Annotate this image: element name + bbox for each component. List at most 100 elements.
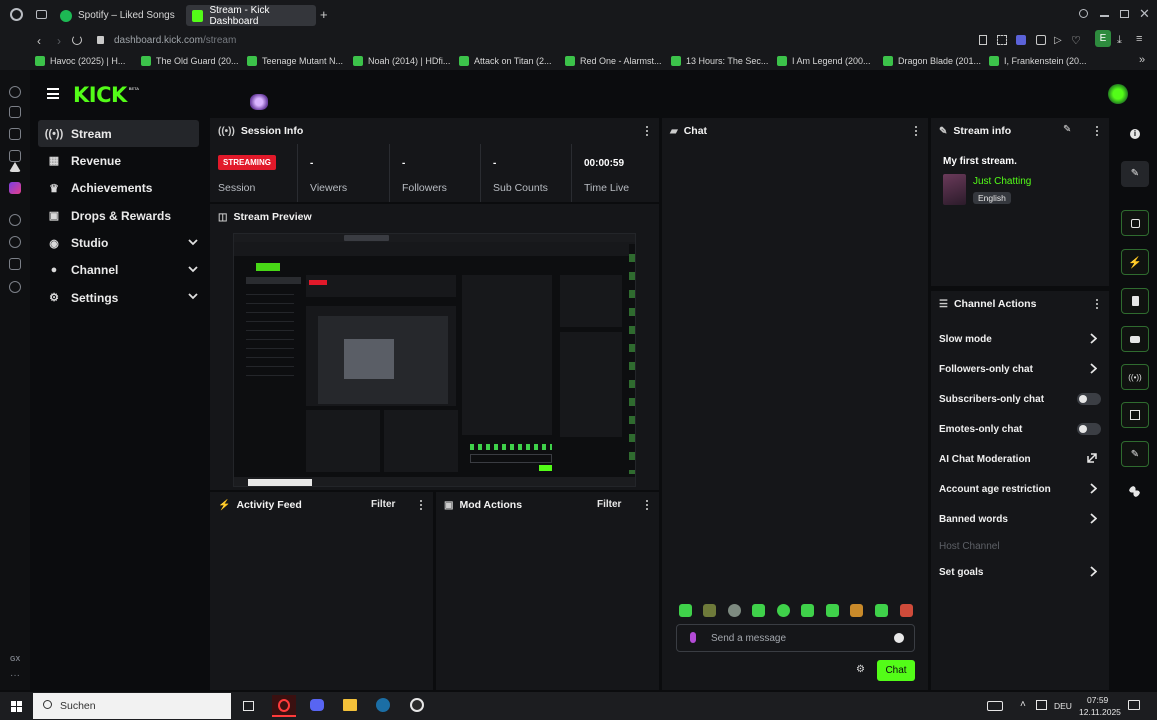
minimize-icon[interactable] <box>1100 15 1109 17</box>
category-link[interactable]: Just Chatting <box>973 176 1031 187</box>
stream-preview-video[interactable] <box>233 233 636 487</box>
emote-icon[interactable] <box>850 604 863 617</box>
chevron-up-icon[interactable]: ˄ <box>1020 699 1026 710</box>
emote-icon[interactable] <box>728 604 741 617</box>
bookmark-item[interactable]: Dragon Blade (201... <box>883 54 981 68</box>
panel-toggle-mod-actions-icon[interactable]: ✎ <box>1121 441 1149 467</box>
discord-icon[interactable] <box>310 699 324 711</box>
bookmark-item[interactable]: Noah (2014) | HDfi... <box>353 54 450 68</box>
steam-icon[interactable] <box>376 698 390 712</box>
easy-setup-icon[interactable]: ≡ <box>1136 33 1142 45</box>
file-explorer-icon[interactable] <box>343 699 357 711</box>
vpn-icon[interactable] <box>1036 35 1046 45</box>
panel-toggle-activity-icon[interactable]: ⚡ <box>1121 249 1149 275</box>
emote-icon[interactable] <box>875 604 888 617</box>
category-thumbnail[interactable] <box>943 174 966 205</box>
edit-icon[interactable]: ✎ <box>1063 124 1071 135</box>
bookmark-item[interactable]: Teenage Mutant N... <box>247 54 343 68</box>
kebab-menu-icon[interactable] <box>646 500 649 510</box>
bookmark-item[interactable]: I, Frankenstein (20... <box>989 54 1087 68</box>
nav-item-settings[interactable]: ⚙ Settings <box>38 284 206 311</box>
more-icon[interactable]: ··· <box>10 670 20 681</box>
extension-icon[interactable] <box>1016 35 1026 45</box>
tab-spotify[interactable]: Spotify – Liked Songs <box>54 5 182 26</box>
action-slow-mode[interactable]: Slow mode <box>939 329 1101 349</box>
bookmark-item[interactable]: Attack on Titan (2... <box>459 54 552 68</box>
nav-item-drops-rewards[interactable]: ▣ Drops & Rewards <box>38 202 206 229</box>
kick-logo[interactable]: KICK BETA <box>73 83 139 107</box>
clock-time[interactable]: 07:59 <box>1087 695 1108 705</box>
hamburger-menu-icon[interactable] <box>47 88 59 99</box>
url-field[interactable]: dashboard.kick.com/stream <box>114 35 236 46</box>
action-banned-words[interactable]: Banned words <box>939 509 1101 529</box>
tab-manager-icon[interactable] <box>36 10 47 19</box>
back-icon[interactable]: ‹ <box>37 34 41 48</box>
emote-icon[interactable] <box>752 604 765 617</box>
kebab-menu-icon[interactable] <box>915 126 918 136</box>
emote-icon[interactable] <box>679 604 692 617</box>
subscribers-only-toggle[interactable] <box>1077 393 1101 405</box>
bookmark-icon[interactable] <box>979 35 987 45</box>
microphone-icon[interactable] <box>690 632 696 643</box>
more-bookmarks-icon[interactable]: » <box>1139 54 1145 66</box>
keyboard-icon[interactable] <box>987 701 1003 711</box>
taskbar-search[interactable]: Suchen <box>33 693 231 719</box>
restore-icon[interactable] <box>1120 10 1129 18</box>
opera-menu-icon[interactable] <box>10 8 23 21</box>
language-indicator[interactable]: DEU <box>1054 701 1072 711</box>
notifications-icon[interactable] <box>1128 700 1140 710</box>
download-icon[interactable]: ⤓ <box>1117 34 1122 47</box>
kebab-menu-icon[interactable] <box>1096 126 1099 136</box>
reload-icon[interactable] <box>72 35 82 45</box>
action-account-age-restriction[interactable]: Account age restriction <box>939 479 1101 499</box>
network-icon[interactable] <box>1036 700 1047 710</box>
aria-icon[interactable] <box>9 86 21 98</box>
messenger-icon[interactable] <box>9 128 21 140</box>
workspace-icon[interactable] <box>9 106 21 118</box>
obs-icon[interactable] <box>410 698 424 712</box>
windows-start-icon[interactable] <box>11 701 22 712</box>
nav-item-achievements[interactable]: ♛ Achievements <box>38 175 206 202</box>
bookmark-item[interactable]: 13 Hours: The Sec... <box>671 54 768 68</box>
instagram-icon[interactable] <box>9 182 21 194</box>
emote-icon[interactable] <box>777 604 790 617</box>
nav-item-stream[interactable]: ((•)) Stream <box>38 120 199 147</box>
settings-icon[interactable] <box>9 281 21 293</box>
emote-icon[interactable] <box>801 604 814 617</box>
gx-icon[interactable]: GX <box>10 656 20 663</box>
task-view-icon[interactable] <box>243 701 254 711</box>
edit-layout-icon[interactable]: ✎ <box>1121 161 1149 187</box>
emote-icon[interactable] <box>826 604 839 617</box>
panel-toggle-stream-info-icon[interactable] <box>1121 288 1149 314</box>
avatar[interactable] <box>1108 84 1128 104</box>
search-tabs-icon[interactable] <box>1079 9 1088 18</box>
panel-toggle-preview-icon[interactable] <box>1121 210 1149 236</box>
bookmark-item[interactable]: The Old Guard (20... <box>141 54 239 68</box>
bookmark-item[interactable]: Red One - Alarmst... <box>565 54 662 68</box>
nav-item-studio[interactable]: ◉ Studio <box>38 230 206 257</box>
action-followers-only-chat[interactable]: Followers-only chat <box>939 359 1101 379</box>
bookmark-item[interactable]: Havoc (2025) | H... <box>35 54 125 68</box>
emotes-only-toggle[interactable] <box>1077 423 1101 435</box>
translate-icon[interactable]: ▷ <box>1054 35 1062 46</box>
chat-send-button[interactable]: Chat <box>877 660 915 681</box>
nav-item-revenue[interactable]: ▦ Revenue <box>38 147 206 174</box>
close-window-icon[interactable]: ✕ <box>1139 6 1150 22</box>
history-icon[interactable] <box>9 236 21 248</box>
chat-input[interactable]: Send a message <box>676 624 915 652</box>
panel-toggle-channel-actions-icon[interactable] <box>1121 402 1149 428</box>
clock-date[interactable]: 12.11.2025 <box>1079 707 1121 717</box>
pinboard-icon[interactable] <box>9 258 21 270</box>
chat-settings-icon[interactable]: ⚙ <box>856 664 865 675</box>
puzzle-icon[interactable] <box>1129 486 1140 497</box>
filter-button[interactable]: Filter <box>371 499 395 510</box>
kebab-menu-icon[interactable] <box>1096 299 1099 309</box>
tab-kick-dashboard[interactable]: Stream - Kick Dashboard <box>186 5 316 27</box>
new-tab-button[interactable]: + <box>320 7 328 22</box>
bookmark-item[interactable]: I Am Legend (200... <box>777 54 871 68</box>
info-icon[interactable]: i <box>1130 129 1140 139</box>
emote-icon[interactable] <box>703 604 716 617</box>
emote-icon[interactable] <box>900 604 913 617</box>
profile-button[interactable]: E <box>1095 30 1111 47</box>
kebab-menu-icon[interactable] <box>646 126 649 136</box>
